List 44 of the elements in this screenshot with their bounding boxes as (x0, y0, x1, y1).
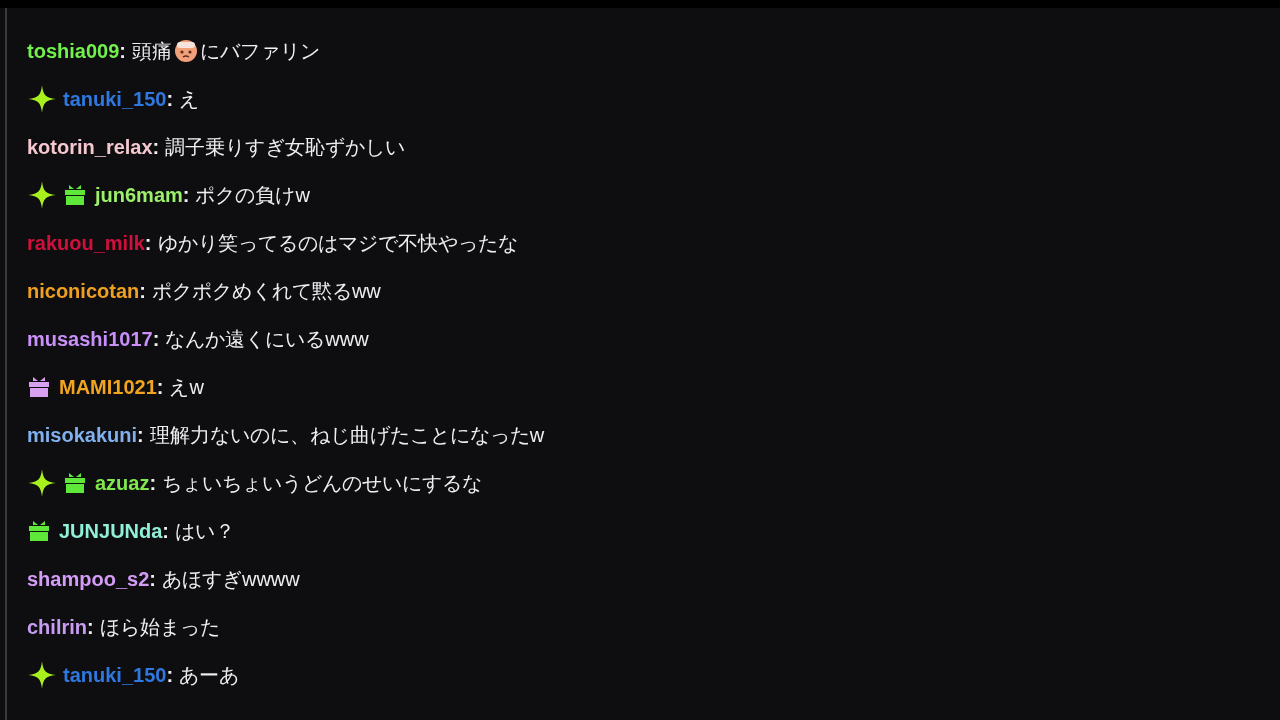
username[interactable]: azuaz (95, 470, 150, 496)
message-text: ポクの負けw (195, 183, 310, 208)
colon: : (152, 327, 160, 352)
colon: : (149, 567, 156, 592)
colon: : (156, 375, 164, 400)
message-text: なんか遠くにいるwww (165, 327, 369, 352)
message-text: えw (169, 375, 204, 400)
message-text: 調子乗りすぎ女恥ずかしい (165, 135, 406, 160)
message-text: はい？ (175, 519, 236, 544)
colon: : (149, 471, 157, 496)
colon: : (87, 615, 94, 640)
username[interactable]: misokakuni (27, 422, 138, 448)
username[interactable]: toshia009 (27, 38, 120, 64)
username[interactable]: chilrin (27, 614, 87, 640)
colon: : (166, 663, 174, 688)
username[interactable]: MAMI1021 (59, 374, 157, 400)
colon: : (162, 519, 170, 544)
username[interactable]: kotorin_relax (27, 134, 153, 160)
username[interactable]: shampoo_s2 (27, 566, 150, 592)
bandaged-face-emoji-icon (173, 39, 198, 63)
colon: : (182, 183, 190, 208)
username[interactable]: niconicotan (27, 278, 140, 304)
message-text: え (179, 87, 200, 112)
message-text: ちょいちょいうどんのせいにするな (162, 471, 483, 496)
username[interactable]: musashi1017 (27, 326, 153, 352)
message-text: あーあ (179, 663, 240, 688)
username[interactable]: JUNJUNda (59, 518, 163, 544)
colon: : (139, 279, 146, 304)
message-text: ゆかり笑ってるのはマジで不快やったな (157, 231, 518, 256)
username[interactable]: tanuki_150 (63, 86, 167, 112)
username[interactable]: jun6mam (95, 182, 183, 208)
message-text: 頭痛 (131, 39, 172, 64)
message-text: ほら始まった (99, 615, 220, 640)
colon: : (152, 135, 160, 160)
username[interactable]: tanuki_150 (63, 662, 167, 688)
message-text: あほすぎwwww (161, 567, 300, 592)
message-text: ポクポクめくれて黙るww (151, 279, 381, 304)
colon: : (166, 87, 174, 112)
message-text: にバファリン (199, 39, 320, 64)
colon: : (144, 231, 152, 256)
colon: : (119, 39, 126, 64)
username[interactable]: rakuou_milk (27, 230, 145, 256)
colon: : (137, 423, 144, 448)
message-text: 理解力ないのに、ねじ曲げたことになったw (149, 423, 545, 448)
